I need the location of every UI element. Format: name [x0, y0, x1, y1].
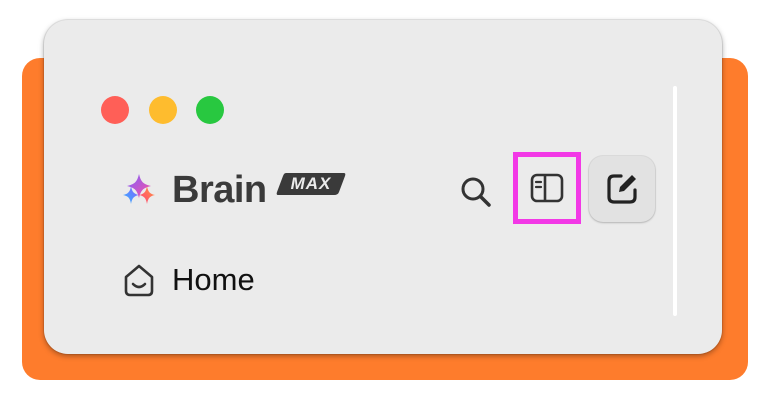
max-badge: MAX: [276, 172, 346, 196]
sidebar-toggle-button[interactable]: [513, 152, 581, 224]
search-button[interactable]: [454, 170, 498, 214]
sidebar-item-home[interactable]: Home: [116, 254, 316, 306]
max-badge-text: MAX: [290, 174, 332, 193]
window-zoom-button[interactable]: [196, 96, 224, 124]
home-icon: [124, 264, 154, 297]
sparkle-logo-icon: [123, 174, 155, 204]
brand-name: Brain: [172, 169, 267, 211]
compose-button[interactable]: [589, 156, 655, 222]
sidebar-toggle-icon: [530, 173, 564, 203]
sidebar-item-label: Home: [172, 262, 255, 297]
search-icon: [461, 177, 491, 207]
window-close-button[interactable]: [101, 96, 129, 124]
stage: Brain MAX Home: [0, 0, 768, 402]
compose-icon: [607, 174, 637, 204]
window-minimize-button[interactable]: [149, 96, 177, 124]
sidebar-resize-handle[interactable]: [673, 86, 677, 316]
